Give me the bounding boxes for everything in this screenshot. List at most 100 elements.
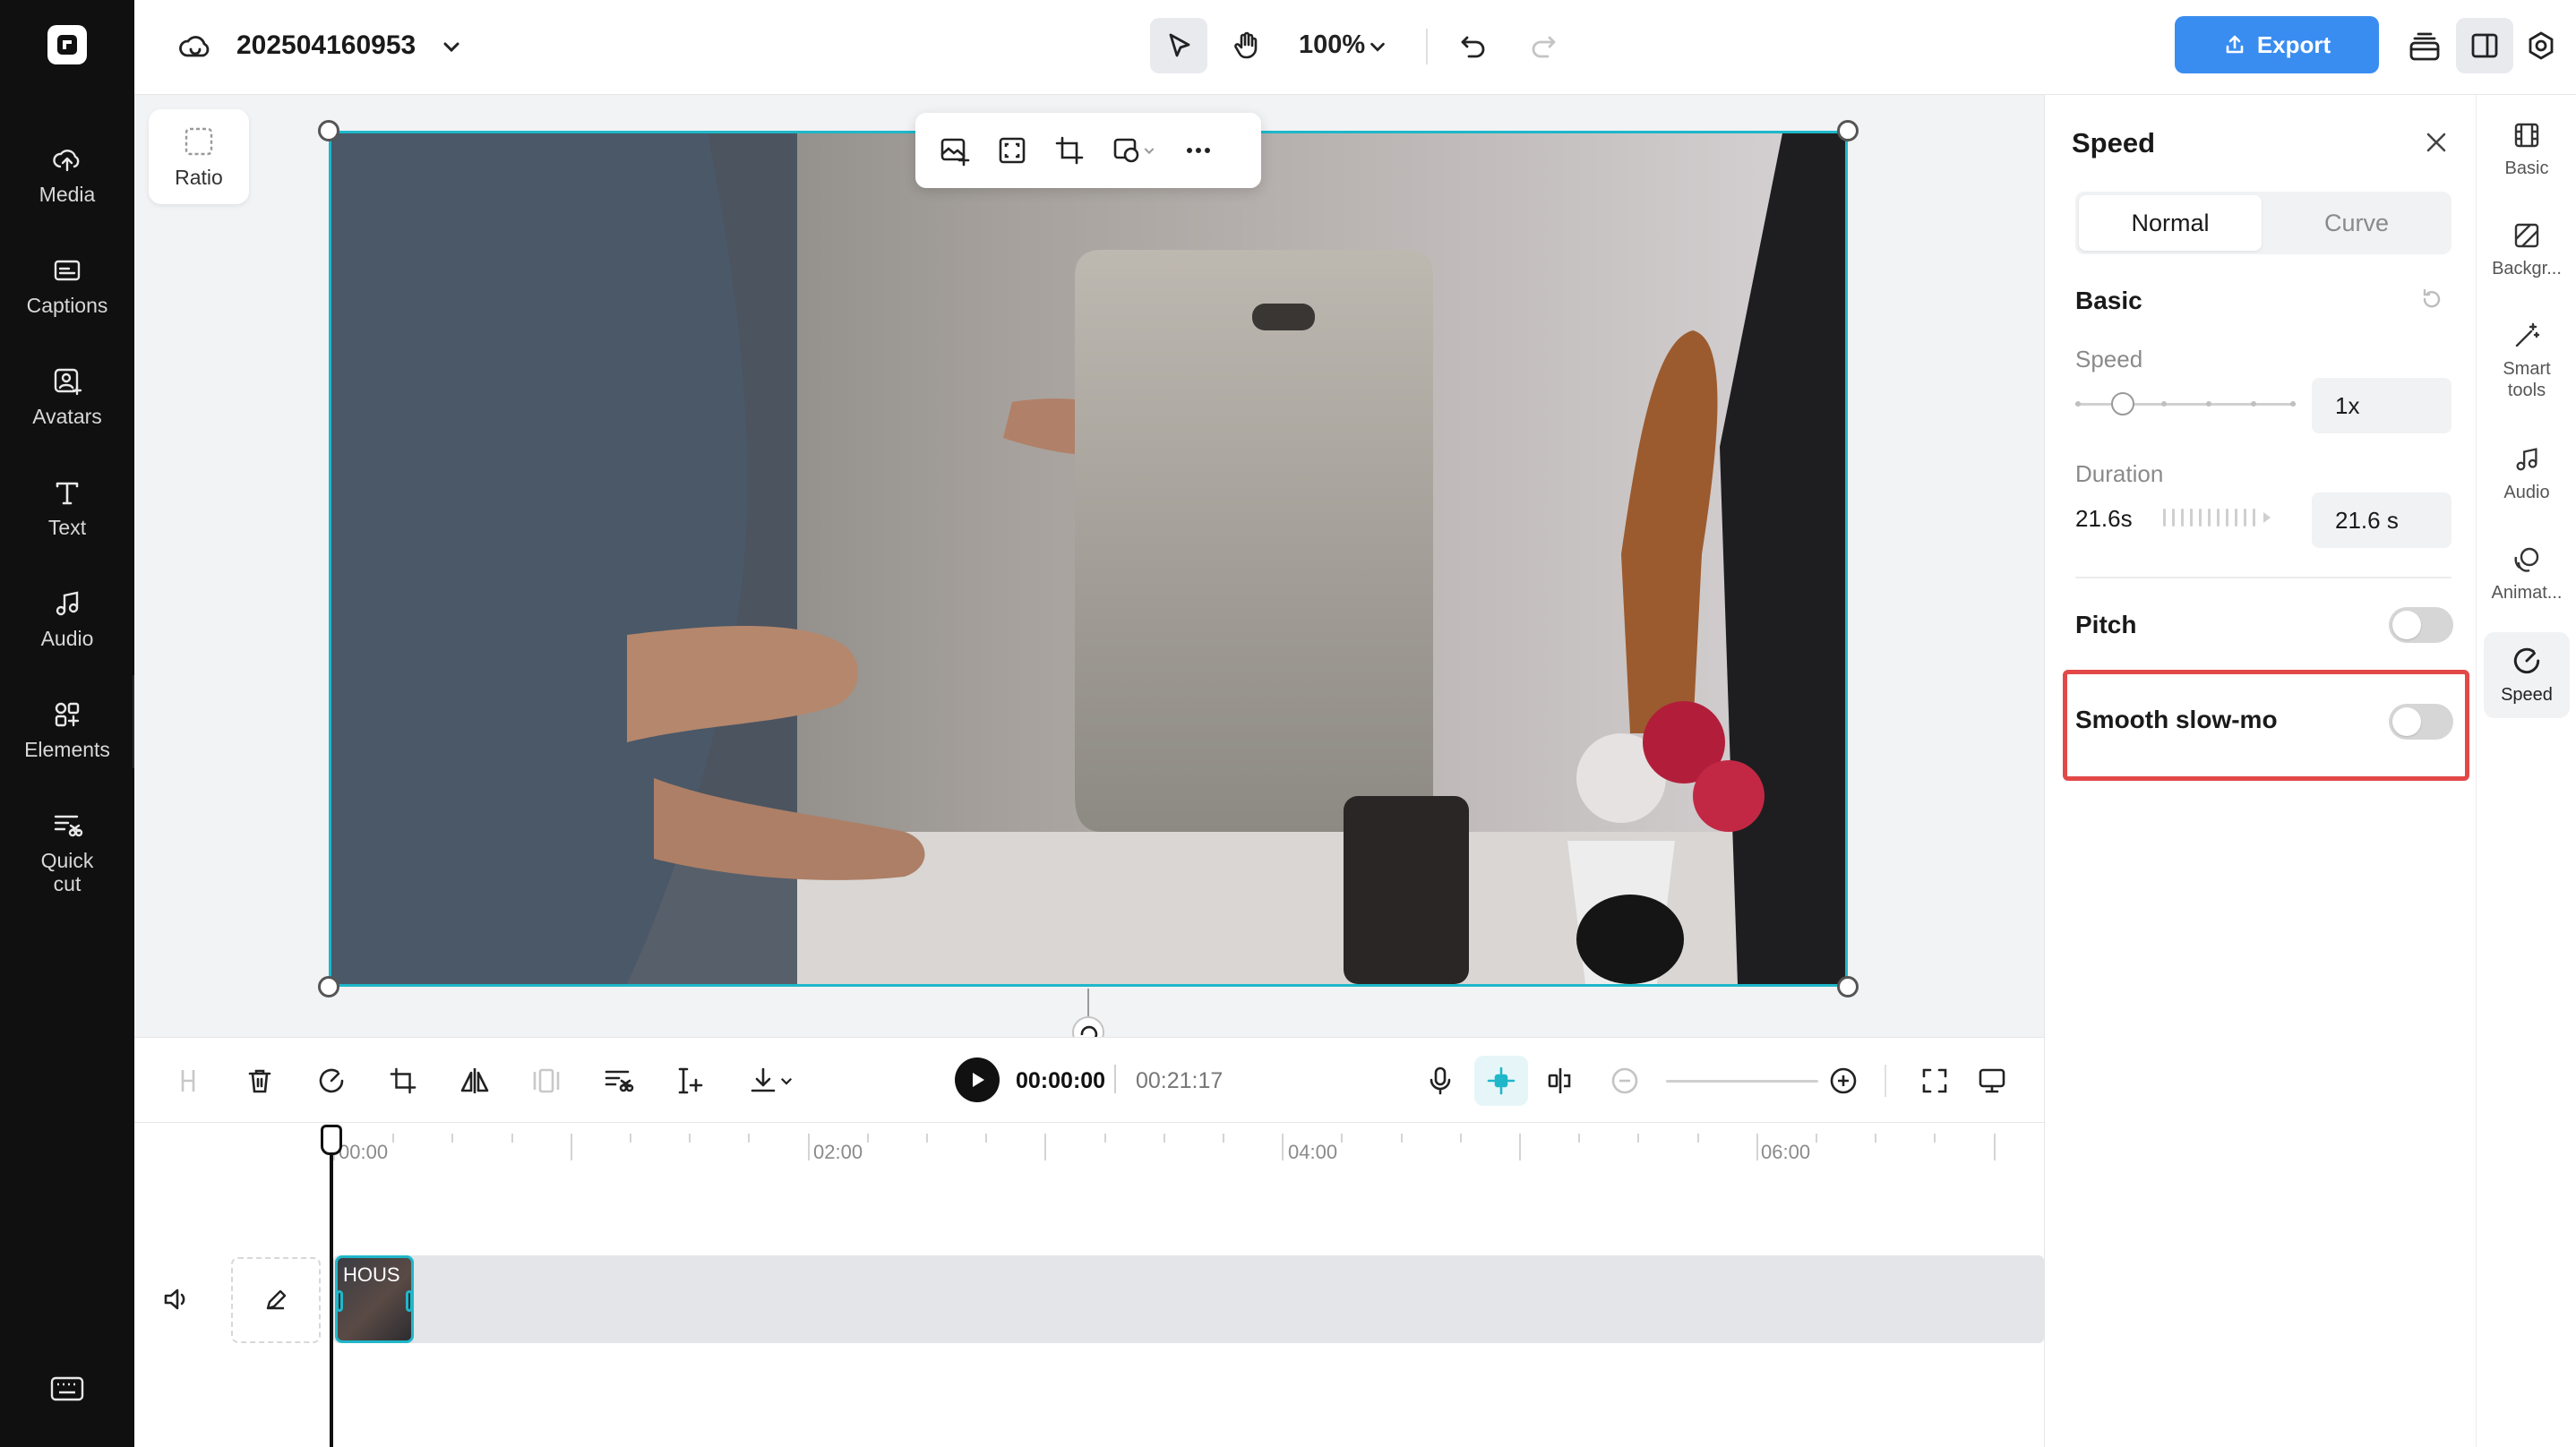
fullscreen-button[interactable] <box>1915 1061 1954 1100</box>
sidebar-item-captions[interactable]: Captions <box>0 254 134 317</box>
playhead-line[interactable] <box>330 1137 333 1447</box>
video-preview[interactable] <box>329 131 1848 987</box>
pitch-toggle[interactable] <box>2389 607 2453 643</box>
tab-curve[interactable]: Curve <box>2265 195 2448 251</box>
resize-handle-top-left[interactable] <box>318 120 339 141</box>
slider-step <box>2206 401 2211 407</box>
more-options-button[interactable] <box>1179 131 1218 170</box>
zoom-out-button[interactable] <box>1605 1061 1644 1100</box>
panel-layout-button[interactable] <box>2456 18 2513 73</box>
auto-snap-button[interactable] <box>1474 1056 1528 1106</box>
rail-item-background[interactable]: Backgr... <box>2484 220 2570 279</box>
video-track[interactable] <box>333 1255 2044 1343</box>
sidebar-item-quick-cut[interactable]: Quick cut <box>0 809 134 895</box>
zoom-in-icon <box>1830 1067 1857 1094</box>
play-button[interactable] <box>955 1057 1000 1102</box>
gear-icon <box>2529 31 2554 60</box>
resize-handle-bottom-left[interactable] <box>318 976 339 997</box>
ratio-button[interactable]: Ratio <box>149 109 249 204</box>
captions-icon <box>54 260 81 281</box>
sidebar-item-label: Elements <box>24 738 110 761</box>
crop-tool-button[interactable] <box>383 1061 423 1100</box>
toolbar-divider <box>1426 29 1428 64</box>
zoom-dropdown[interactable] <box>1361 29 1394 64</box>
speed-slider-thumb[interactable] <box>2111 392 2134 415</box>
speed-value-input[interactable]: 1x <box>2312 378 2451 433</box>
keyboard-shortcuts-button[interactable] <box>49 1374 85 1403</box>
zoom-in-button[interactable] <box>1824 1061 1863 1100</box>
ruler-tick <box>1696 1134 1699 1143</box>
mask-button[interactable] <box>1107 131 1161 170</box>
zoom-level[interactable]: 100% <box>1299 30 1365 60</box>
fit-frame-button[interactable] <box>992 131 1032 170</box>
rotate-handle[interactable] <box>1071 1015 1105 1037</box>
reset-button[interactable] <box>2419 287 2444 312</box>
close-panel-button[interactable] <box>2423 129 2450 156</box>
hand-tool-button[interactable] <box>1218 18 1275 73</box>
redo-button[interactable] <box>1521 23 1566 68</box>
ruler-tick <box>689 1134 691 1143</box>
download-button[interactable] <box>740 1061 803 1100</box>
sidebar-item-elements[interactable]: Elements <box>0 698 134 761</box>
record-voice-button[interactable] <box>1421 1061 1460 1100</box>
quick-cut-tool-button[interactable] <box>598 1061 638 1100</box>
track-mute-button[interactable] <box>161 1284 192 1314</box>
slider-step <box>2161 401 2167 407</box>
export-label: Export <box>2256 30 2331 58</box>
clip-trim-handle-right[interactable] <box>406 1290 411 1312</box>
timeline-zoom-slider[interactable] <box>1666 1080 1818 1083</box>
duration-scrubber[interactable] <box>2163 509 2272 527</box>
speed-slider[interactable] <box>2075 392 2296 415</box>
ruler-tick <box>630 1134 631 1143</box>
rail-item-smart-tools[interactable]: Smart tools <box>2484 321 2570 401</box>
timeline-toolbar: 00:00:00 00:21:17 <box>134 1037 2044 1123</box>
smooth-slow-mo-toggle[interactable] <box>2389 704 2453 740</box>
music-note-icon <box>56 591 79 616</box>
total-duration: 00:21:17 <box>1136 1068 1224 1093</box>
project-title[interactable]: 202504160953 <box>236 30 416 61</box>
sidebar-item-media[interactable]: Media <box>0 143 134 206</box>
export-button[interactable]: Export <box>2175 16 2379 73</box>
preview-display-button[interactable] <box>1972 1061 2012 1100</box>
playhead-handle[interactable] <box>321 1125 342 1155</box>
timeline[interactable]: 00:00 02:00 04:00 06:00 HOUS <box>134 1123 2233 1447</box>
track-cover-edit-button[interactable] <box>231 1257 321 1343</box>
flip-icon <box>460 1068 489 1093</box>
select-tool-button[interactable] <box>1150 18 1207 73</box>
project-menu-dropdown[interactable] <box>434 29 469 64</box>
resize-handle-bottom-right[interactable] <box>1837 976 1859 997</box>
split-align-button[interactable] <box>1541 1061 1580 1100</box>
delete-button[interactable] <box>240 1061 279 1100</box>
align-split-icon <box>1548 1068 1571 1093</box>
reset-icon <box>2423 288 2441 308</box>
duration-value-input[interactable]: 21.6 s <box>2312 492 2451 548</box>
resize-handle-top-right[interactable] <box>1837 120 1859 141</box>
rail-item-basic[interactable]: Basic <box>2484 120 2570 179</box>
rail-item-audio[interactable]: Audio <box>2484 444 2570 503</box>
cloud-sync-button[interactable] <box>174 25 217 68</box>
freeze-frame-button[interactable] <box>527 1061 566 1100</box>
trim-button[interactable] <box>670 1061 709 1100</box>
sidebar-item-audio[interactable]: Audio <box>0 587 134 650</box>
layers-button[interactable] <box>2400 23 2449 72</box>
sidebar-item-label: Media <box>39 183 96 206</box>
pointer-icon <box>1169 33 1190 57</box>
app-logo[interactable] <box>47 25 87 64</box>
replace-media-button[interactable] <box>935 131 975 170</box>
speed-tool-button[interactable] <box>312 1061 351 1100</box>
undo-button[interactable] <box>1451 23 1496 68</box>
flip-button[interactable] <box>455 1061 494 1100</box>
freeze-frame-icon <box>533 1068 560 1093</box>
sidebar-item-avatars[interactable]: Avatars <box>0 365 134 428</box>
video-clip[interactable]: HOUS <box>335 1255 414 1343</box>
section-divider <box>2075 577 2451 578</box>
split-button[interactable] <box>168 1061 208 1100</box>
settings-button[interactable] <box>2519 23 2563 68</box>
rail-item-animation[interactable]: Animat... <box>2484 544 2570 604</box>
sidebar-item-text[interactable]: Text <box>0 476 134 539</box>
crop-button[interactable] <box>1050 131 1089 170</box>
rail-item-speed[interactable]: Speed <box>2484 632 2570 718</box>
clip-trim-handle-left[interactable] <box>338 1290 343 1312</box>
microphone-icon <box>1430 1066 1451 1095</box>
tab-normal[interactable]: Normal <box>2079 195 2262 251</box>
